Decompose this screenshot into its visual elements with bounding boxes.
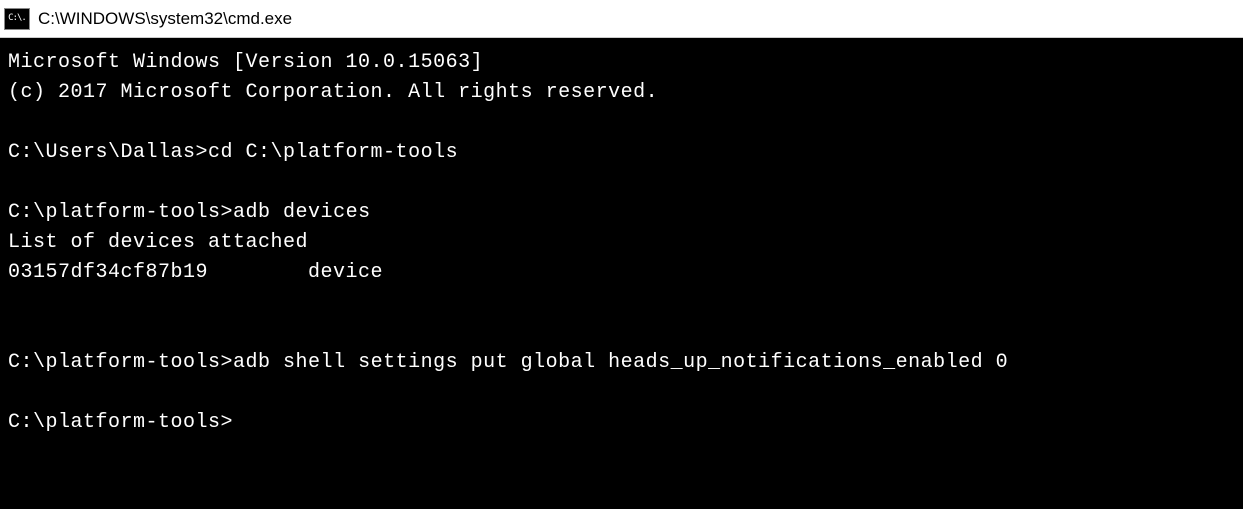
banner-line: (c) 2017 Microsoft Corporation. All righ…: [8, 78, 1235, 108]
prompt: C:\platform-tools>: [8, 411, 233, 434]
cmd-icon-label: C:\.: [8, 14, 26, 23]
blank-line: [8, 288, 1235, 318]
terminal-area[interactable]: Microsoft Windows [Version 10.0.15063](c…: [0, 38, 1243, 509]
command-text: adb devices: [233, 201, 371, 224]
command-line: C:\Users\Dallas>cd C:\platform-tools: [8, 138, 1235, 168]
blank-line: [8, 378, 1235, 408]
cmd-icon: C:\.: [4, 8, 30, 30]
command-text: cd C:\platform-tools: [208, 141, 458, 164]
command-text: adb shell settings put global heads_up_n…: [233, 351, 1008, 374]
command-line: C:\platform-tools>: [8, 408, 1235, 438]
prompt: C:\platform-tools>: [8, 201, 233, 224]
blank-line: [8, 108, 1235, 138]
output-line: List of devices attached: [8, 228, 1235, 258]
prompt: C:\platform-tools>: [8, 351, 233, 374]
output-line: 03157df34cf87b19 device: [8, 258, 1235, 288]
window-title: C:\WINDOWS\system32\cmd.exe: [38, 9, 292, 29]
command-line: C:\platform-tools>adb devices: [8, 198, 1235, 228]
blank-line: [8, 318, 1235, 348]
command-line: C:\platform-tools>adb shell settings put…: [8, 348, 1235, 378]
window-title-bar[interactable]: C:\. C:\WINDOWS\system32\cmd.exe: [0, 0, 1243, 38]
prompt: C:\Users\Dallas>: [8, 141, 208, 164]
banner-line: Microsoft Windows [Version 10.0.15063]: [8, 48, 1235, 78]
blank-line: [8, 168, 1235, 198]
